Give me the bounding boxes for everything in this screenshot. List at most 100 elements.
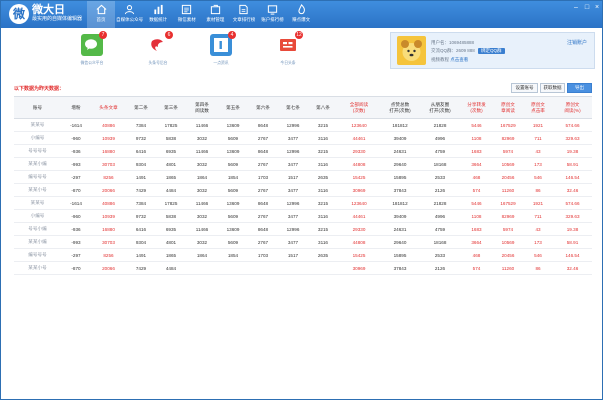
table-cell: 8648 (248, 196, 278, 210)
table-cell: 9304 (126, 235, 156, 249)
table-cell: 7384 (126, 118, 156, 132)
table-cell: 1921 (523, 118, 553, 132)
table-cell: 5609 (218, 235, 248, 249)
table-cell: 468 (460, 248, 493, 262)
table-row[interactable]: 编号号号 -297 8256 1491 1865 1864 1854 1703 1517 2635… (14, 170, 592, 184)
table-cell: 2635 (308, 170, 338, 184)
table-cell: 3032 (186, 209, 218, 223)
column-header: 原创文 章阅读 (493, 96, 523, 119)
table-cell: 5974 (493, 222, 523, 236)
table-cell: 2533 (420, 170, 460, 184)
table-cell: 15425 (338, 170, 380, 184)
nav-stats[interactable]: 数据统计 (144, 1, 172, 28)
table-cell: 24631 (380, 144, 420, 158)
table-row[interactable]: 小编号 -960 10939 9732 5838 3032 5609 2767 3477 3116… (14, 209, 592, 223)
manage-icon (210, 4, 221, 15)
table-cell: 19.38 (553, 144, 592, 158)
table-cell: 29640 (380, 235, 420, 249)
table-cell: 3116 (308, 131, 338, 145)
table-cell: 20066 (91, 261, 126, 275)
nav-home[interactable]: 首页 (87, 1, 115, 28)
nav-hot[interactable]: 赚点爆文 (287, 1, 315, 28)
account-name-cell: 某某号 (14, 196, 61, 210)
nav-manage[interactable]: 素材管理 (201, 1, 229, 28)
table-cell: 13609 (218, 144, 248, 158)
table-cell: 8256 (91, 248, 126, 262)
table-cell: 1108 (460, 131, 493, 145)
card-toutiao[interactable]: 6 头条号后台 (143, 31, 173, 66)
settings-account-button[interactable]: 设置账号 (511, 83, 538, 93)
table-row[interactable]: 某某号 -1614 40886 7384 17825 11466 13609 8648 1299… (14, 118, 592, 132)
account-name-cell: 号号小编 (14, 222, 61, 236)
nav-ranking[interactable]: 文章排行榜 (230, 1, 258, 28)
minimize-button[interactable]: – (572, 4, 580, 12)
table-cell: -993 (61, 235, 91, 249)
table-row[interactable]: 某某小编 -993 30703 9304 4801 3032 5609 2767 3477 311… (14, 157, 592, 171)
table-cell: 1921 (523, 196, 553, 210)
stats-icon (154, 4, 163, 15)
table-cell: 4801 (156, 157, 186, 171)
account-name-cell: 小编号 (14, 209, 61, 223)
table-cell: 173 (523, 157, 553, 171)
bind-qq-button[interactable]: 绑定QQ群 (478, 48, 505, 54)
table-row[interactable]: 号号小编 -936 16880 6416 6935 11466 13609 8648 12996… (14, 222, 592, 236)
table-cell: 44808 (338, 157, 380, 171)
nav-material[interactable]: 微信素材 (173, 1, 201, 28)
column-header: 第四条 阅读数 (186, 96, 218, 119)
table-row[interactable]: 号号号号 -936 16880 6416 6935 11466 13609 8648 12996… (14, 144, 592, 158)
column-header: 原创文 阅读(%) (553, 96, 592, 119)
table-cell (218, 261, 248, 275)
maximize-button[interactable]: □ (583, 4, 591, 12)
table-cell: 146.54 (553, 248, 592, 262)
card-yidian[interactable]: 4 一点资讯 (206, 31, 236, 66)
table-cell: 1517 (278, 170, 308, 184)
table-cell: 29330 (338, 144, 380, 158)
table-row[interactable]: 某某小编 -993 30703 9304 4801 3032 5609 2767 3477 311… (14, 235, 592, 249)
nav-account-rank[interactable]: 账户排行榜 (259, 1, 287, 28)
profile-tip-text: 视频教程 (431, 57, 449, 62)
table-cell: 146.54 (553, 170, 592, 184)
table-cell: 43 (523, 144, 553, 158)
table-cell: 4801 (156, 235, 186, 249)
column-header: 第八条 (308, 96, 338, 119)
table-cell: 3664 (460, 235, 493, 249)
nav-label: 文章排行榜 (232, 17, 256, 22)
account-name-cell: 某某号 (14, 118, 61, 132)
table-cell: 6935 (156, 144, 186, 158)
export-button[interactable]: 导出 (567, 83, 592, 93)
table-cell: 3116 (308, 209, 338, 223)
view-tutorial-link[interactable]: 点击查看 (450, 57, 468, 62)
table-row[interactable]: 小编号 -960 10939 9732 5838 3032 5609 2767 3477 3116… (14, 131, 592, 145)
table-cell: -870 (61, 261, 91, 275)
ranking-icon (239, 4, 249, 15)
table-cell: 1864 (186, 248, 218, 262)
logout-link[interactable]: 注销账户 (567, 39, 587, 46)
table-cell: 30969 (338, 261, 380, 275)
card-wechat[interactable]: 7 微信公众平台 (77, 31, 107, 66)
account-name-cell: 某某小编 (14, 157, 61, 171)
card-jinri[interactable]: 12 今日头条 (273, 31, 303, 66)
table-cell: 15425 (338, 248, 380, 262)
stats-table: 账号 增粉 头条文章 第二条 第三条 第四条 阅读数 第五条 第六条 第七条 第八条 全部阅读 (次… (14, 96, 592, 275)
table-cell: 82969 (493, 131, 523, 145)
table-cell: 11466 (186, 222, 218, 236)
fetch-data-button[interactable]: 获取数据 (540, 83, 565, 93)
table-row[interactable]: 某某小号 -870 20066 7429 4484 30969 37843 2126 574 11… (14, 261, 592, 275)
table-row[interactable]: 某某号 -1614 40886 7384 17825 11466 13609 8648 1299… (14, 196, 592, 210)
table-cell: 2767 (248, 131, 278, 145)
table-cell: 5838 (156, 131, 186, 145)
nav-accounts[interactable]: 自媒体公众号 (116, 1, 144, 28)
close-button[interactable]: × (593, 4, 601, 12)
table-cell: 9304 (126, 157, 156, 171)
card-badge: 12 (295, 31, 303, 39)
table-cell: 3477 (278, 157, 308, 171)
table-cell: -1614 (61, 118, 91, 132)
table-row[interactable]: 编号号号 -297 8256 1491 1865 1864 1854 1703 1517 2635… (14, 248, 592, 262)
table-row[interactable]: 某某小号 -870 20066 7429 4484 3032 5609 2767 3477 311… (14, 183, 592, 197)
table-cell: 1683 (460, 144, 493, 158)
nav-label: 账户排行榜 (261, 17, 284, 22)
table-cell: 3477 (278, 209, 308, 223)
table-cell: 39409 (380, 131, 420, 145)
table-cell: 5609 (218, 157, 248, 171)
table-cell: 18168 (420, 157, 460, 171)
